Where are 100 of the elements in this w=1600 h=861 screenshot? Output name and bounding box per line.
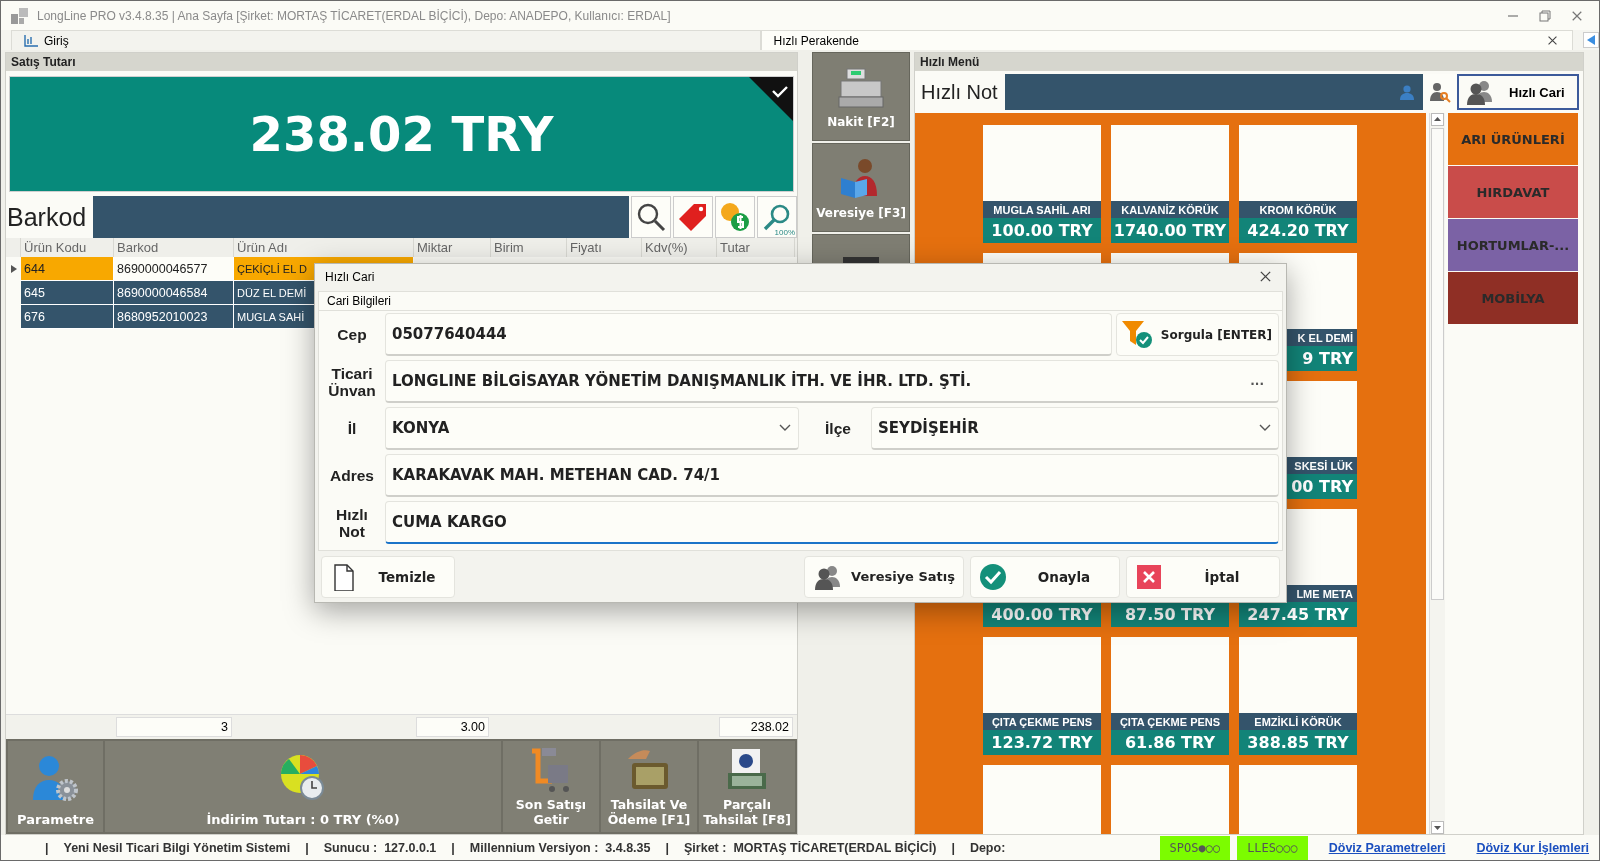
status-text: Yeni Nesil Ticari Bilgi Yönetim Sistemi [63,840,291,855]
district-dropdown[interactable]: SEYDİŞEHİR [871,407,1279,450]
product-tile[interactable]: ÇITA ÇEKME PENS 123.72 TRY [983,637,1101,755]
dialog-button[interactable]: Temizle [321,555,455,598]
toolbar-button[interactable]: Son Satışı Getir [503,741,599,832]
tab[interactable]: Giriş [11,30,761,50]
status-text: 127.0.0.1 [384,840,437,855]
coins-icon [719,201,751,233]
check-circle-icon [979,562,1007,591]
company-field[interactable]: LONGLINE BİLGİSAYAR YÖNETİM DANIŞMANLIK İTH. VE İHR. LTD. ŞTİ. ... [385,360,1279,403]
group-header: Cari Bilgileri [319,292,1282,311]
tile-name: MUGLA SAHİL ARI [993,203,1091,216]
tab[interactable]: Hızlı Perakende [760,30,1573,50]
status-text: 3.4.8.35 [605,840,651,855]
tag-button[interactable] [673,196,713,238]
table-cell: 8690000046584 [114,281,234,305]
status-indicator: LLES○○○ [1237,835,1308,860]
magnifier-icon [763,203,791,231]
close-icon[interactable] [1571,9,1583,22]
zoom-level: 100% [774,228,795,237]
tile-name: ÇITA ÇEKME PENS [991,715,1093,728]
restore-icon[interactable] [1539,9,1551,22]
chart-icon [24,34,38,47]
separator: | [951,840,955,855]
tile-price: 123.72 TRY [991,733,1093,752]
note-field[interactable] [1005,74,1423,110]
currency-button[interactable] [715,196,755,238]
tile-price: 388.85 TRY [1247,733,1349,752]
tile-price: 100.00 TRY [991,221,1093,240]
users-icon [1465,78,1495,106]
product-tile[interactable]: EMZİKLİ KÖRÜK 388.85 TRY [1239,637,1357,755]
product-tile[interactable]: MUGLA SAHİL ARI 100.00 TRY [983,125,1101,243]
tile-price: 424.20 TRY [1247,221,1349,240]
scroll-up-icon [1431,113,1444,126]
product-tile[interactable]: KALVANİZ KÖRÜK 1740.00 TRY [1111,125,1229,243]
collapse-icon[interactable] [1583,32,1599,48]
status-link[interactable]: Döviz Parametreleri [1328,840,1446,855]
section-header: Satış Tutarı [6,53,797,71]
note-field[interactable]: CUMA KARGO [385,501,1279,544]
scrollbar[interactable] [1429,113,1445,834]
status-link[interactable]: Döviz Kur İşlemleri [1476,840,1589,855]
barcode-field[interactable] [93,196,629,238]
separator: | [305,840,309,855]
note-label: Hızlı Not [920,80,999,105]
payment-button[interactable]: Nakit [F2] [812,52,910,141]
quick-customer-button[interactable]: Hızlı Cari [1457,74,1579,110]
city-dropdown[interactable]: KONYA [385,407,799,450]
close-icon[interactable] [1547,35,1558,46]
table-cell: 645 [21,281,114,305]
field-label: Hızlı Not [335,504,369,542]
phone-field[interactable]: 05077640444 [385,313,1112,356]
status-text: Millennium Versiyon : [469,840,599,855]
tile-name: KROM KÖRÜK [1259,203,1337,216]
column-header: Kdv(%) [642,238,717,257]
table-cell: 676 [21,305,114,329]
dialog-button[interactable]: Onayla [970,555,1120,598]
close-icon[interactable] [1259,270,1272,283]
search-button[interactable] [631,196,671,238]
total-field: 3.00 [416,717,489,737]
dialog-button[interactable]: Veresiye Satış [804,555,964,598]
user-gear-icon [30,754,81,804]
address-field[interactable]: KARAKAVAK MAH. METEHAN CAD. 74/1 [385,454,1279,497]
toolbar-button[interactable]: Tahsilat Ve Ödeme [F1] [601,741,697,832]
status-text: Depo: [969,840,1006,855]
separator: | [451,840,455,855]
status-indicator: SPOS●○○ [1159,835,1231,860]
tile-price: 61.86 TRY [1124,733,1216,752]
user-key-icon [1429,81,1451,103]
payment-button[interactable]: Veresiye [F3] [812,143,910,232]
user-icon [1399,84,1415,100]
category-button[interactable]: ARI ÜRÜNLERİ [1448,113,1578,165]
product-tile[interactable]: ÇITA ÇEKME PENS 61.86 TRY [1111,637,1229,755]
tag-icon [678,202,708,232]
table-cell: 8680952010023 [114,305,234,329]
tile-price: 00 TRY [1291,477,1353,496]
field-label: Adres [329,466,375,486]
separator: | [45,840,49,855]
total-field: 238.02 [719,717,793,737]
table-cell: 8690000046577 [114,257,234,281]
query-button[interactable]: Sorgula [ENTER] [1115,313,1279,356]
zoom-button[interactable]: 100% [757,196,797,238]
toolbar-button[interactable]: İndirim Tutarı : 0 TRY (%0) [105,741,501,832]
tile-name: LME META [1296,587,1353,600]
barcode-label: Barkod [6,202,88,233]
toolbar-button[interactable]: Parçalı Tahsilat [F8] [699,741,795,832]
product-tile[interactable]: KROM KÖRÜK 424.20 TRY [1239,125,1357,243]
tile-name: ÇITA ÇEKME PENS [1119,715,1221,728]
section-header: Hızlı Menü [915,53,1583,71]
column-header: Tutar [717,238,795,257]
search-icon [636,202,666,232]
field-label: Ticari Ünvan [327,363,377,401]
table-cell: 644 [21,257,114,281]
tile-name: K EL DEMİ [1297,331,1353,344]
status-text: Şirket : [684,840,727,855]
toolbar-button[interactable]: Parametre [8,741,103,832]
window-title: LongLine PRO v3.4.8.35 | Ana Sayfa [Şirket: MORTAŞ TİCARET(ERDAL BİÇİCİ), Depo: ANADEPO, Kullanıcı: ERDAL] [37,8,672,23]
tile-name: SKESİ LÜK [1294,459,1353,472]
dialog-button[interactable]: İptal [1126,555,1280,598]
field-label: İlçe [824,419,852,439]
filter-check-icon [1120,319,1155,350]
